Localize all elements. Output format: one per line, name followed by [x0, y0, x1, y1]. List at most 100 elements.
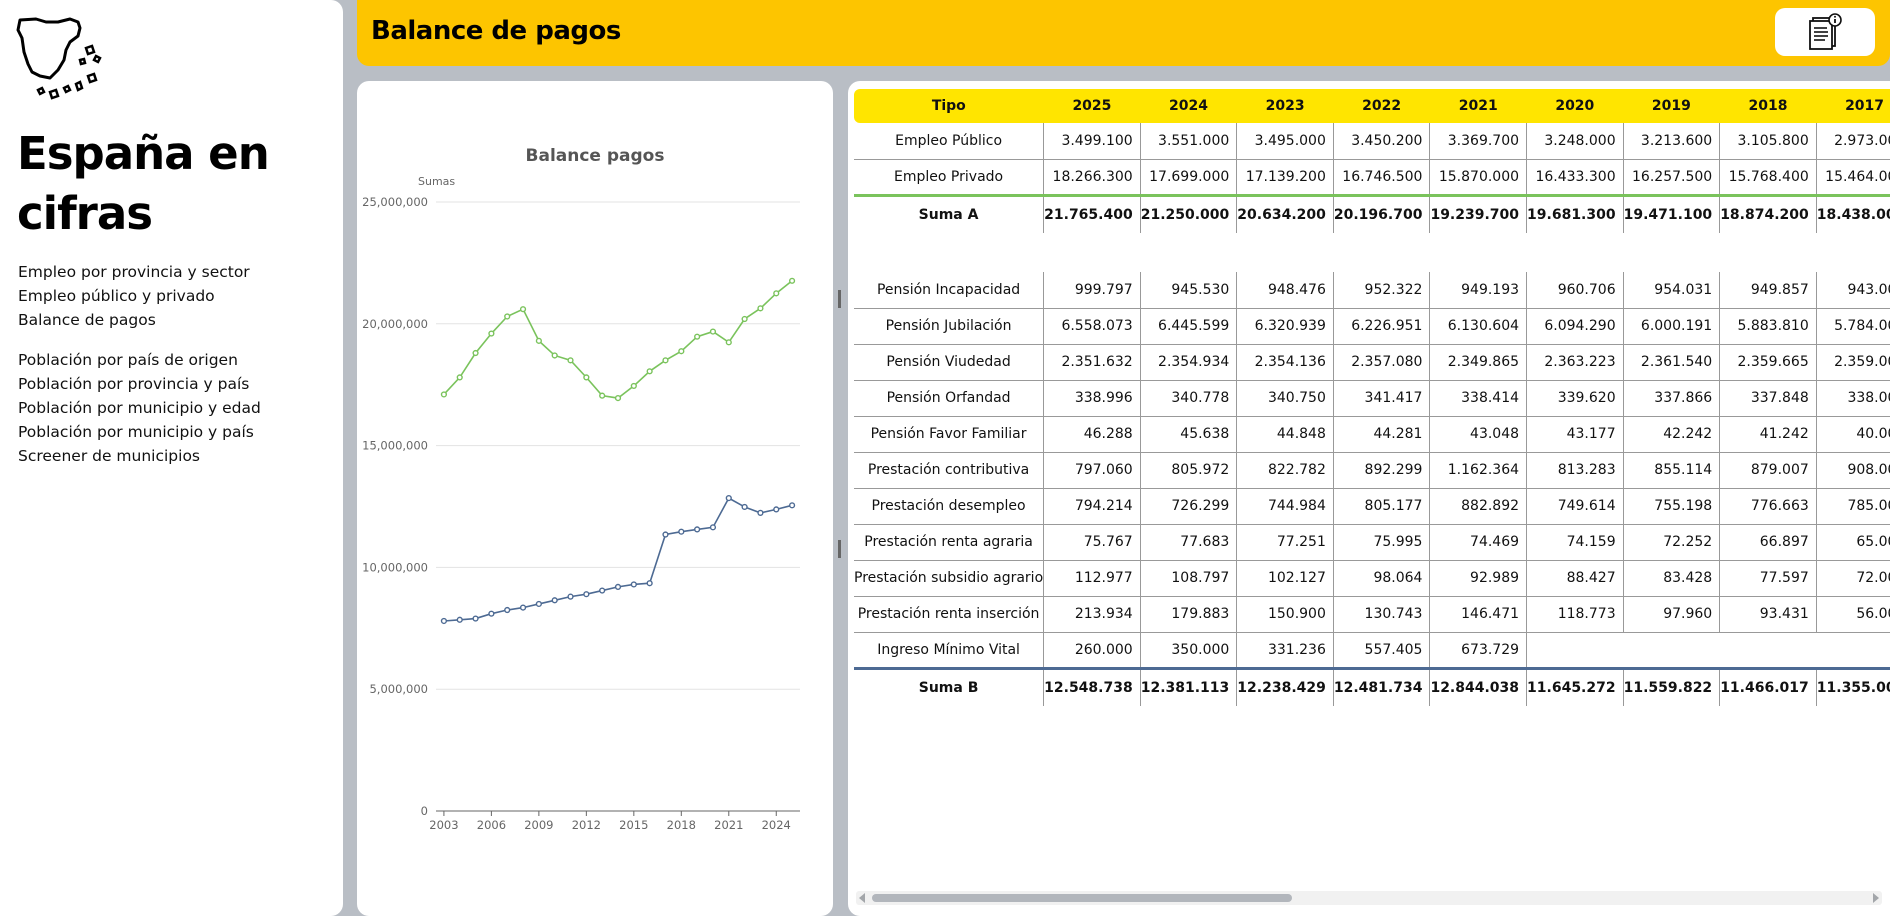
scrollbar-thumb[interactable] [872, 894, 1292, 902]
data-point [519, 604, 527, 611]
row-label: Prestación subsidio agrario [854, 560, 1045, 597]
nav-item-empleo-provincia-sector[interactable]: Empleo por provincia y sector [18, 260, 250, 284]
table-cell: 2.357.080 [1333, 344, 1431, 381]
nav-item-screener-municipios[interactable]: Screener de municipios [18, 444, 261, 468]
nav-item-poblacion-municipio-pais[interactable]: Población por municipio y país [18, 420, 261, 444]
table-row: Pensión Viudedad 2.351.632 2.354.934 2.354.… [854, 344, 1890, 381]
table-row: Empleo Privado 18.266.300 17.699.000 17.139… [854, 159, 1890, 196]
series-line [443, 497, 793, 622]
data-point [694, 333, 701, 340]
data-point [519, 306, 527, 313]
y-tick-label: 10,000,000 [362, 560, 428, 574]
row-label: Suma B [854, 666, 1045, 706]
table-row-suma-b: Suma B 12.548.738 12.381.113 12.238.429 12.4… [854, 666, 1890, 706]
table-cell: 855.114 [1623, 452, 1721, 489]
column-header-2024[interactable]: 2024 [1140, 89, 1237, 123]
table-cell: 879.007 [1719, 452, 1817, 489]
data-point [773, 506, 780, 513]
table-cell: 18.266.300 [1043, 159, 1141, 196]
row-label: Pensión Favor Familiar [854, 416, 1045, 453]
scroll-left-icon[interactable] [859, 893, 865, 903]
nav-item-poblacion-provincia-pais[interactable]: Población por provincia y país [18, 372, 261, 396]
table-cell: 108.797 [1140, 560, 1238, 597]
horizontal-scrollbar[interactable] [856, 891, 1882, 905]
column-header-2019[interactable]: 2019 [1623, 89, 1720, 123]
x-tick-label: 2024 [762, 818, 791, 832]
table-spacer-row [854, 233, 1890, 272]
table-cell: 92.989 [1429, 560, 1528, 597]
table-cell: 11.645.272 [1526, 666, 1624, 706]
page-title: Balance de pagos [371, 16, 621, 46]
table-cell: 43.048 [1429, 416, 1528, 453]
table-cell: 6.445.599 [1140, 308, 1238, 345]
data-point [741, 315, 748, 323]
table-cell: 130.743 [1333, 596, 1431, 633]
table-cell: 19.471.100 [1623, 193, 1721, 233]
column-header-2020[interactable]: 2020 [1526, 89, 1624, 123]
column-header-2022[interactable]: 2022 [1333, 89, 1430, 123]
data-point [725, 339, 732, 346]
table-cell: 1.162.364 [1429, 452, 1528, 489]
table-cell: 785.000 [1816, 488, 1890, 525]
data-point [662, 357, 669, 364]
table-cell: 6.130.604 [1429, 308, 1528, 345]
nav-group-population: Población por país de origen Población p… [18, 348, 261, 468]
column-header-2025[interactable]: 2025 [1043, 89, 1141, 123]
column-header-tipo[interactable]: Tipo [854, 89, 1044, 123]
table-cell: 97.960 [1623, 596, 1721, 633]
x-tick-label: 2006 [477, 818, 506, 832]
data-point [630, 382, 637, 390]
info-button[interactable] [1775, 8, 1875, 56]
y-tick-label: 15,000,000 [362, 439, 428, 453]
data-point [788, 277, 796, 284]
table-cell: 949.857 [1719, 272, 1817, 309]
table-cell: 19.239.700 [1429, 193, 1528, 233]
column-header-2023[interactable]: 2023 [1236, 89, 1334, 123]
data-point [757, 305, 764, 312]
table-scroll-area[interactable]: Tipo 2025 2024 2023 2022 2021 2020 2019 2018 2017… [854, 89, 1890, 889]
data-point [583, 591, 590, 598]
nav-item-poblacion-pais-origen[interactable]: Población por país de origen [18, 348, 261, 372]
table-cell: 41.242 [1719, 416, 1817, 453]
table-cell: 3.105.800 [1719, 123, 1817, 160]
balance-table: Tipo 2025 2024 2023 2022 2021 2020 2019 2018 2017… [854, 89, 1890, 706]
table-cell: 15.870.000 [1429, 159, 1528, 196]
table-cell: 331.236 [1236, 632, 1334, 669]
column-header-2021[interactable]: 2021 [1429, 89, 1527, 123]
table-cell: 12.844.038 [1429, 666, 1528, 706]
table-cell: 66.897 [1719, 524, 1817, 561]
panel-splitter-handle[interactable] [838, 290, 841, 308]
table-cell: 20.634.200 [1236, 193, 1334, 233]
table-cell: 338.996 [1043, 380, 1141, 417]
table-cell: 146.471 [1429, 596, 1528, 633]
row-label: Prestación renta inserción [854, 596, 1045, 633]
table-cell: 260.000 [1043, 632, 1141, 669]
data-point [440, 617, 448, 625]
table-row: Prestación renta agraria 75.767 77.683 77.2… [854, 524, 1890, 561]
x-tick-label: 2015 [619, 818, 648, 832]
table-cell: 40.000 [1816, 416, 1890, 453]
table-cell: 21.765.400 [1043, 193, 1141, 233]
nav-item-poblacion-municipio-edad[interactable]: Población por municipio y edad [18, 396, 261, 420]
table-cell: 11.466.017 [1719, 666, 1817, 706]
nav-item-empleo-publico-privado[interactable]: Empleo público y privado [18, 284, 250, 308]
table-cell: 2.361.540 [1623, 344, 1721, 381]
data-point [535, 600, 542, 608]
table-cell: 150.900 [1236, 596, 1334, 633]
row-label: Empleo Público [854, 123, 1045, 160]
table-cell: 2.973.000 [1816, 123, 1890, 160]
row-label: Pensión Viudedad [854, 344, 1045, 381]
table-cell: 83.428 [1623, 560, 1721, 597]
data-point [456, 374, 463, 381]
scroll-right-icon[interactable] [1873, 893, 1879, 903]
table-cell: 16.257.500 [1623, 159, 1721, 196]
nav-item-balance-pagos[interactable]: Balance de pagos [18, 308, 250, 332]
panel-splitter-handle[interactable] [838, 540, 841, 558]
table-cell: 11.355.000 [1816, 666, 1890, 706]
column-header-2018[interactable]: 2018 [1719, 89, 1817, 123]
column-header-2017[interactable]: 2017 [1816, 89, 1890, 123]
data-point [599, 392, 606, 399]
table-cell: 337.848 [1719, 380, 1817, 417]
y-tick-label: 25,000,000 [362, 195, 428, 209]
table-cell: 75.767 [1043, 524, 1141, 561]
